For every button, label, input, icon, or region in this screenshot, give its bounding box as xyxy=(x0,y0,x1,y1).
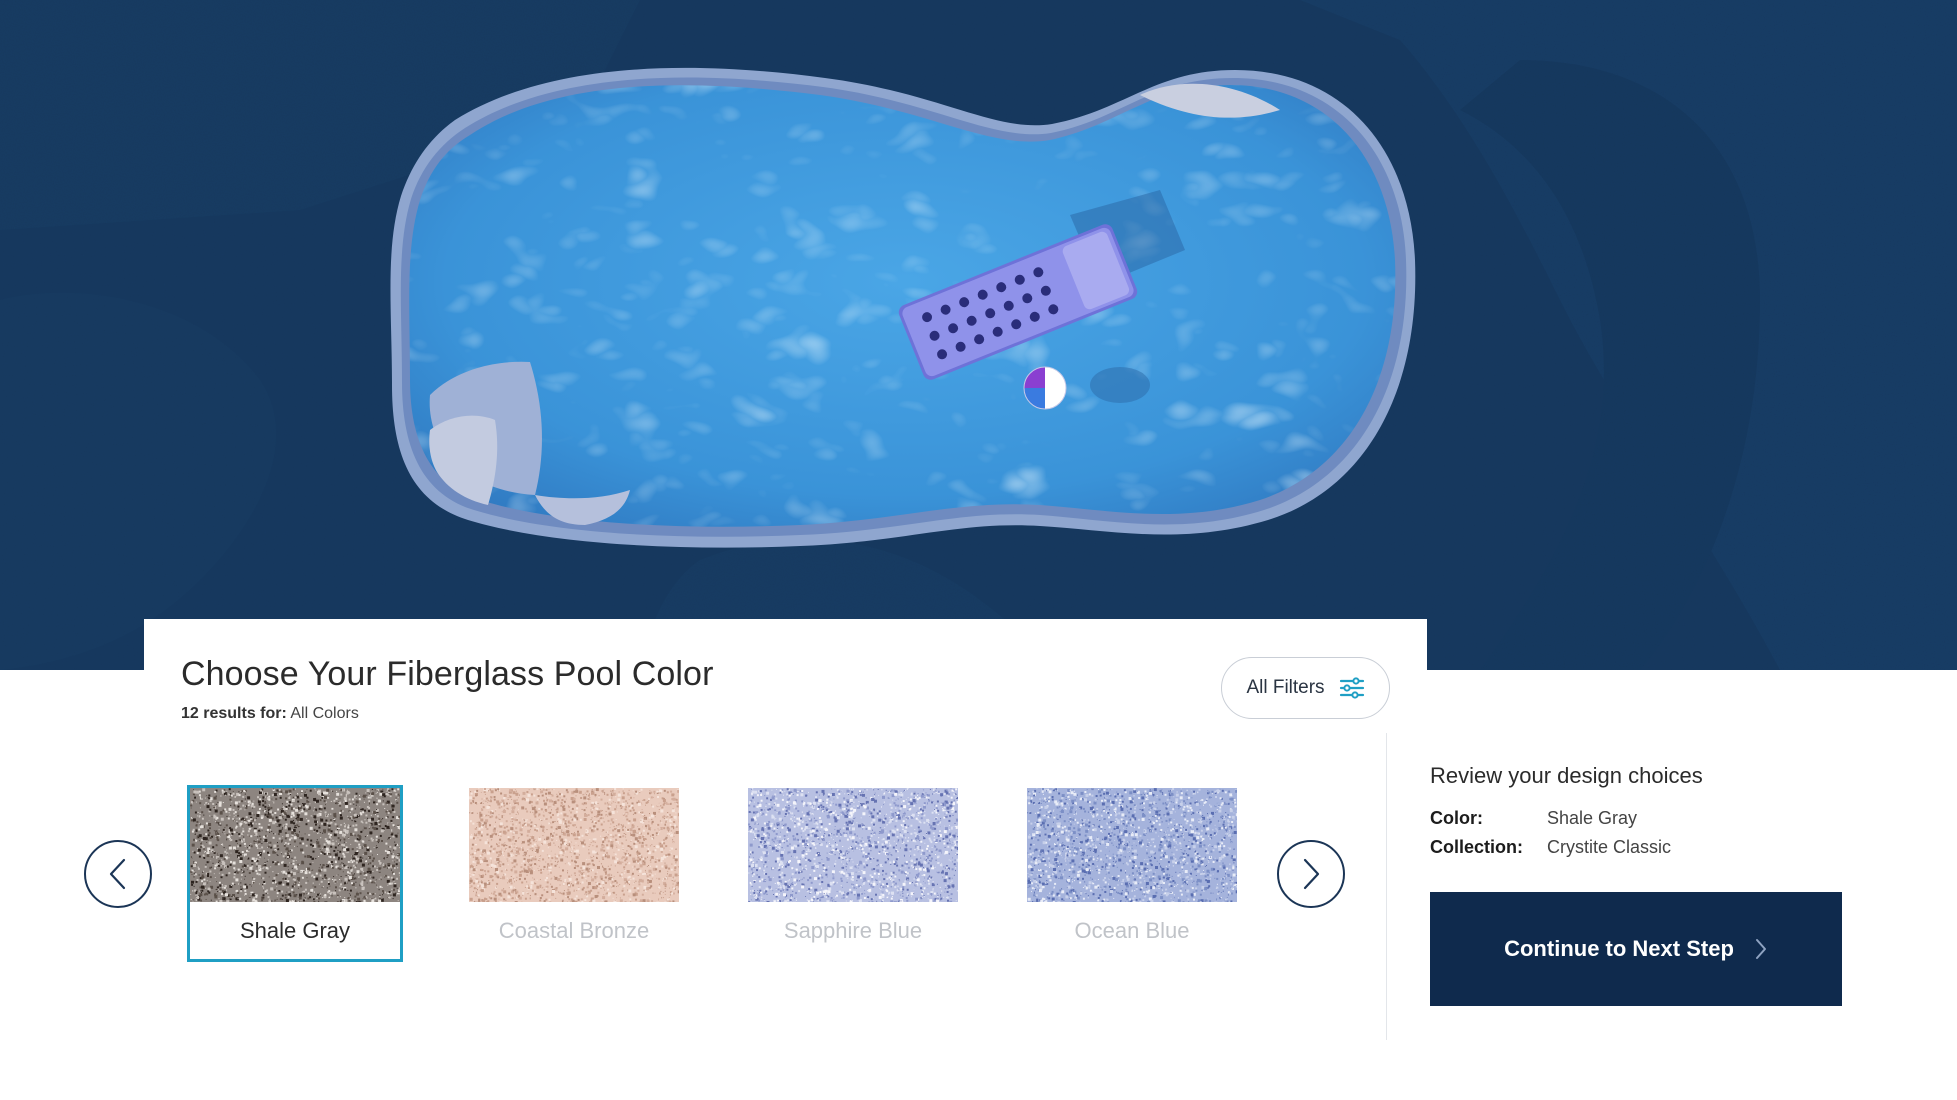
swatch-texture xyxy=(190,788,400,902)
swatch-shale-gray[interactable]: Shale Gray xyxy=(187,785,403,962)
swatch-texture xyxy=(469,788,679,902)
continue-next-step-button[interactable]: Continue to Next Step xyxy=(1430,892,1842,1006)
design-review-panel: Review your design choices Color: Shale … xyxy=(1430,763,1850,857)
results-summary: 12 results for: All Colors xyxy=(181,705,359,723)
results-filter-value: All Colors xyxy=(290,705,359,722)
review-collection-value: Crystite Classic xyxy=(1547,837,1672,857)
swatch-texture xyxy=(748,788,958,902)
swatch-sapphire-blue[interactable]: Sapphire Blue xyxy=(745,785,961,962)
chevron-right-icon xyxy=(1755,939,1766,959)
review-title: Review your design choices xyxy=(1430,763,1703,788)
panel-divider xyxy=(1386,733,1387,1040)
swatch-coastal-bronze[interactable]: Coastal Bronze xyxy=(466,785,682,962)
hero-pool-image xyxy=(0,0,1957,670)
review-collection-label: Collection: xyxy=(1430,837,1523,857)
pool-aerial-illustration xyxy=(0,0,1957,670)
results-header: Choose Your Fiberglass Pool Color 12 res… xyxy=(144,619,1427,731)
carousel-prev-button[interactable] xyxy=(84,840,152,908)
swatch-label: Shale Gray xyxy=(239,918,351,943)
chevron-right-icon xyxy=(1303,858,1320,890)
review-color-row: Color: Shale Gray xyxy=(1430,808,1637,829)
results-count: 12 results for: xyxy=(181,705,287,722)
swatch-texture xyxy=(1027,788,1237,902)
all-filters-button[interactable]: All Filters xyxy=(1221,657,1390,719)
swatch-label: Ocean Blue xyxy=(1074,918,1190,943)
continue-label: Continue to Next Step xyxy=(1504,936,1734,961)
swatch-label: Sapphire Blue xyxy=(783,918,923,943)
swatch-ocean-blue[interactable]: Ocean Blue xyxy=(1024,785,1240,962)
review-collection-row: Collection: Crystite Classic xyxy=(1430,837,1671,858)
carousel-next-button[interactable] xyxy=(1277,840,1345,908)
swatch-label: Coastal Bronze xyxy=(498,918,650,943)
page-title: Choose Your Fiberglass Pool Color xyxy=(181,655,714,693)
review-color-value: Shale Gray xyxy=(1547,808,1638,828)
review-color-label: Color: xyxy=(1430,808,1483,828)
sliders-icon xyxy=(1339,677,1364,699)
chevron-left-icon xyxy=(109,858,126,890)
all-filters-label: All Filters xyxy=(1246,677,1325,698)
